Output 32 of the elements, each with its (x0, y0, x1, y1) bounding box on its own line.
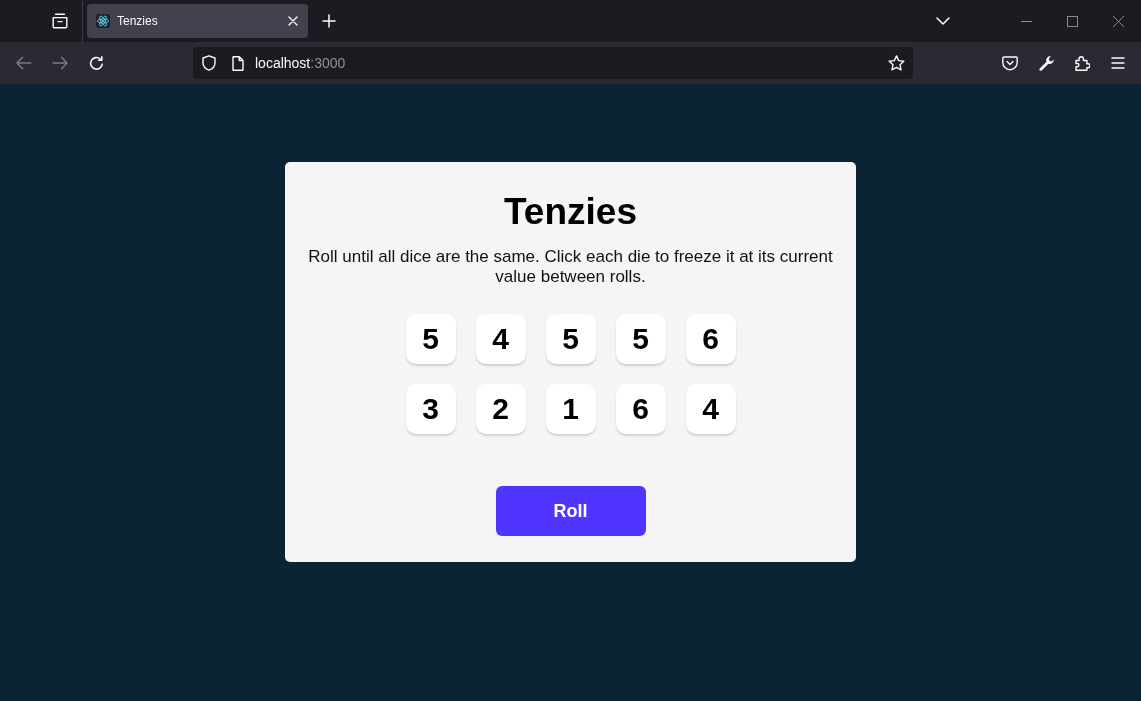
puzzle-icon[interactable] (1074, 55, 1090, 71)
minimize-icon[interactable] (1020, 20, 1032, 22)
die[interactable]: 2 (475, 384, 526, 434)
game-title: Tenzies (504, 190, 637, 234)
die[interactable]: 5 (545, 314, 596, 364)
chevron-down-icon[interactable] (936, 17, 950, 25)
wrench-icon[interactable] (1038, 55, 1054, 71)
die[interactable]: 4 (685, 384, 736, 434)
address-bar[interactable]: localhost:3000 (193, 47, 913, 79)
atom-icon (96, 14, 110, 28)
instructions-text: Roll until all dice are the same. Click each die to freeze it at its current value between rolls. (307, 247, 834, 287)
shield-icon[interactable] (202, 55, 216, 71)
close-window-icon[interactable] (1112, 15, 1124, 27)
maximize-icon[interactable] (1066, 15, 1078, 27)
roll-button[interactable]: Roll (495, 486, 646, 536)
tray-icon[interactable] (52, 13, 68, 29)
url-text[interactable]: localhost:3000 (255, 55, 346, 71)
die[interactable]: 5 (405, 314, 456, 364)
plus-icon[interactable] (322, 14, 336, 28)
star-icon[interactable] (888, 55, 905, 71)
die[interactable]: 6 (615, 384, 666, 434)
chevron-badge-icon[interactable] (1002, 55, 1018, 71)
close-icon[interactable] (288, 16, 298, 26)
die[interactable]: 5 (615, 314, 666, 364)
die[interactable]: 6 (685, 314, 736, 364)
reload-icon[interactable] (88, 55, 104, 71)
die[interactable]: 3 (405, 384, 456, 434)
menu-icon[interactable] (1111, 57, 1125, 69)
document-icon[interactable] (232, 55, 244, 71)
die[interactable]: 4 (475, 314, 526, 364)
die[interactable]: 1 (545, 384, 596, 434)
browser-tab[interactable]: Tenzies (87, 4, 308, 38)
